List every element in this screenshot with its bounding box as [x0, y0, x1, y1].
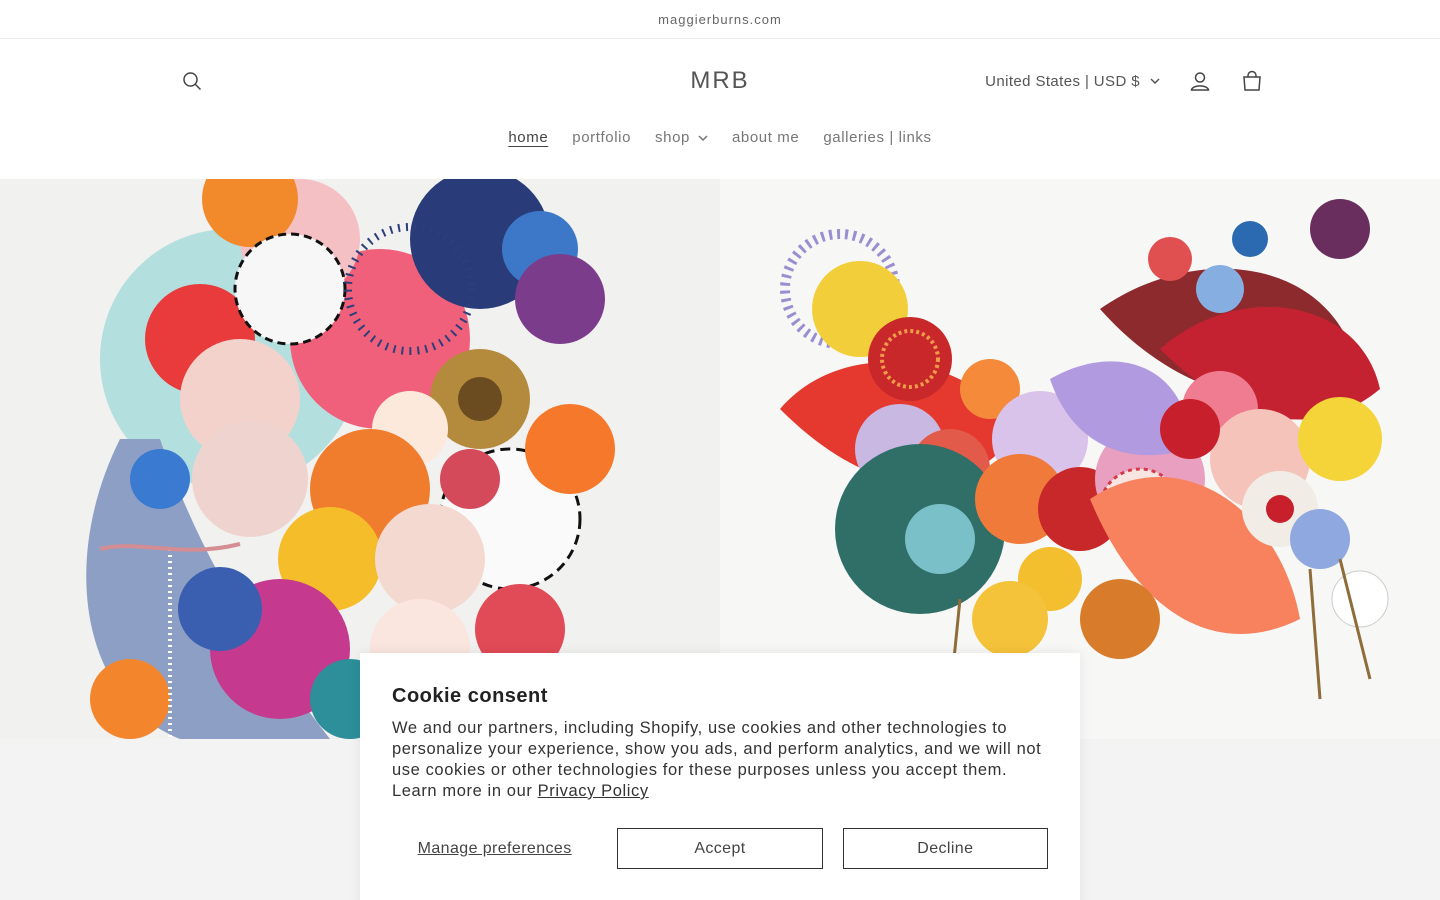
- nav-item-label: portfolio: [572, 129, 632, 146]
- cookie-body-text: We and our partners, including Shopify, …: [392, 719, 1042, 800]
- cookie-actions: Manage preferences Accept Decline: [392, 828, 1049, 869]
- search-button[interactable]: [172, 61, 212, 101]
- nav-item-portfolio[interactable]: portfolio: [560, 123, 643, 152]
- accept-button[interactable]: Accept: [617, 828, 823, 869]
- cookie-consent-banner: Cookie consent We and our partners, incl…: [360, 653, 1080, 900]
- currency-selector[interactable]: United States | USD $: [977, 73, 1168, 90]
- announcement-text: maggierburns.com: [658, 11, 782, 27]
- currency-label: United States | USD $: [985, 72, 1140, 90]
- nav-item-label: home: [508, 129, 549, 146]
- site-header: MRB United States | USD $ home portfolio…: [0, 39, 1440, 179]
- nav-item-label: about me: [731, 129, 800, 146]
- chevron-down-icon: [698, 134, 708, 141]
- header-actions: United States | USD $: [977, 61, 1272, 101]
- cookie-title: Cookie consent: [392, 685, 548, 707]
- manage-preferences-button[interactable]: Manage preferences: [392, 828, 598, 869]
- account-icon: [1190, 72, 1210, 91]
- nav-item-label: shop: [655, 129, 690, 146]
- nav-item-about-me[interactable]: about me: [720, 123, 811, 152]
- cart-icon: [1243, 70, 1261, 91]
- cookie-body: We and our partners, including Shopify, …: [392, 718, 1048, 802]
- main-nav: home portfolio shop about me galleries |…: [0, 123, 1440, 152]
- privacy-policy-link[interactable]: Privacy Policy: [538, 782, 649, 800]
- announcement-bar: maggierburns.com: [0, 0, 1440, 39]
- chevron-down-icon: [1150, 78, 1160, 84]
- decline-button[interactable]: Decline: [842, 828, 1049, 869]
- logo-link[interactable]: MRB: [690, 67, 749, 94]
- nav-item-label: galleries | links: [823, 129, 932, 146]
- account-button[interactable]: [1180, 61, 1220, 101]
- nav-item-shop[interactable]: shop: [643, 123, 720, 152]
- nav-item-home[interactable]: home: [496, 123, 560, 152]
- cart-button[interactable]: [1232, 61, 1272, 101]
- search-icon: [183, 72, 202, 91]
- nav-item-galleries-links[interactable]: galleries | links: [811, 123, 943, 152]
